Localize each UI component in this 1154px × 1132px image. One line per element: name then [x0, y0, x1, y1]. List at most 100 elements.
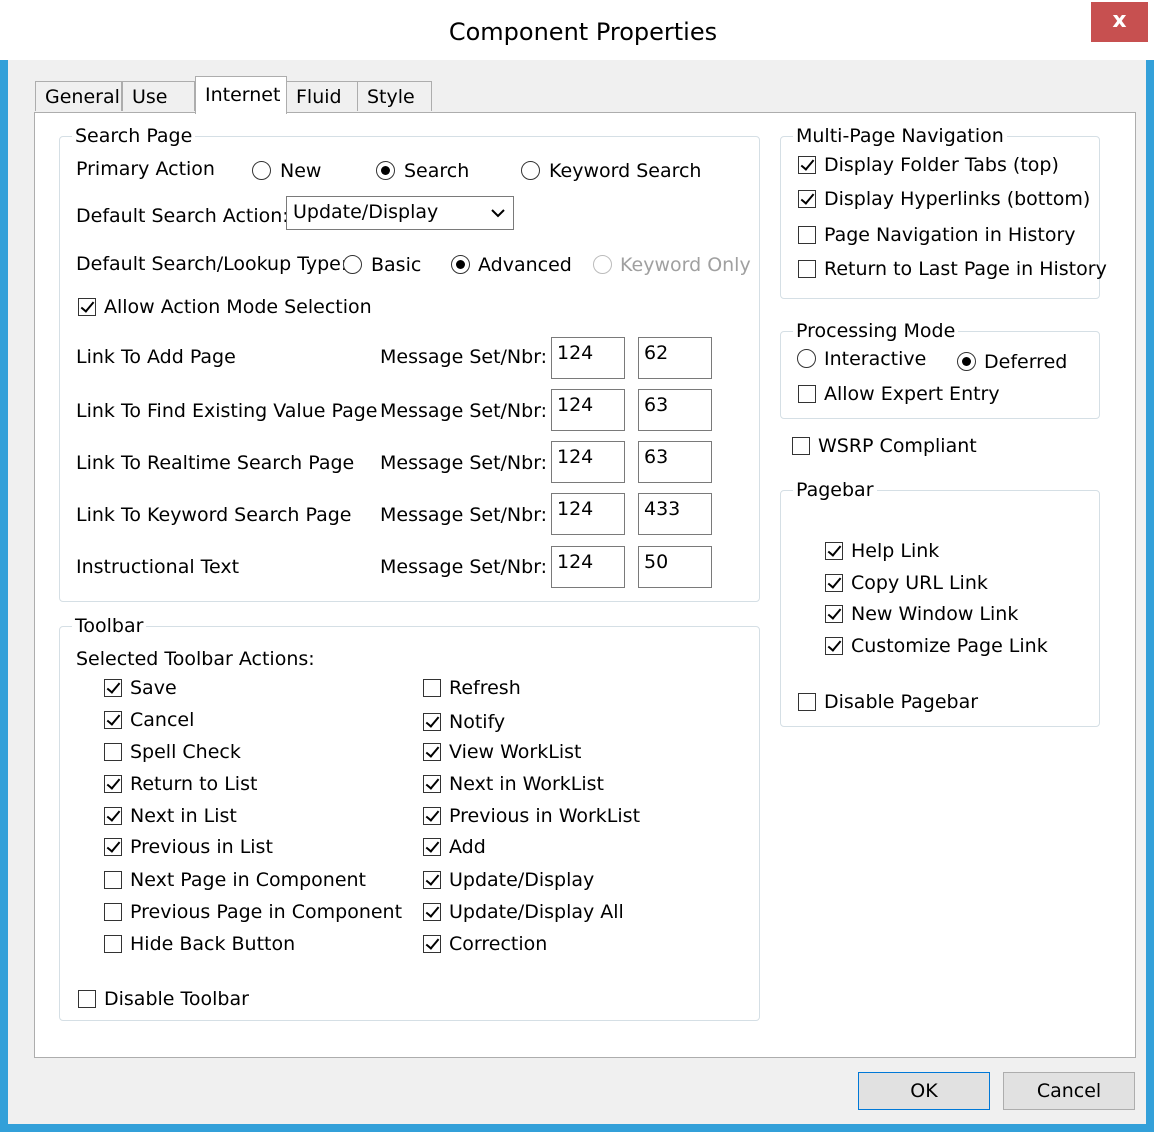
chevron-down-icon	[491, 209, 505, 218]
lookup-keyword-only-label: Keyword Only	[620, 254, 751, 276]
toolbar-refresh-checkbox[interactable]	[423, 679, 441, 697]
toolbar-hide-back-checkbox[interactable]	[104, 935, 122, 953]
toolbar-prev-worklist-checkbox[interactable]	[423, 807, 441, 825]
tab-internet[interactable]: Internet	[195, 76, 287, 114]
return-last-page-label: Return to Last Page in History	[824, 258, 1107, 280]
toolbar-spell-check-label: Spell Check	[130, 741, 241, 763]
cancel-button[interactable]: Cancel	[1003, 1072, 1135, 1110]
display-folder-tabs-label: Display Folder Tabs (top)	[824, 154, 1059, 176]
radio-primary-new[interactable]	[252, 161, 271, 180]
customize-page-link-label: Customize Page Link	[851, 635, 1048, 657]
toolbar-prev-list-label: Previous in List	[130, 836, 273, 858]
msg-set-label: Message Set/Nbr:	[380, 346, 548, 368]
toolbar-update-display-label: Update/Display	[449, 869, 595, 891]
radio-lookup-basic[interactable]	[343, 255, 362, 274]
toolbar-next-page-checkbox[interactable]	[104, 871, 122, 889]
allow-expert-entry-checkbox[interactable]	[798, 385, 816, 403]
display-hyperlinks-label: Display Hyperlinks (bottom)	[824, 188, 1091, 210]
toolbar-add-label: Add	[449, 836, 486, 858]
toolbar-return-list-checkbox[interactable]	[104, 775, 122, 793]
radio-interactive[interactable]	[797, 349, 816, 368]
toolbar-update-display-all-checkbox[interactable]	[423, 903, 441, 921]
interactive-label: Interactive	[824, 348, 927, 370]
display-folder-tabs-checkbox[interactable]	[798, 156, 816, 174]
selected-toolbar-actions-label: Selected Toolbar Actions:	[76, 648, 315, 670]
return-last-page-checkbox[interactable]	[798, 260, 816, 278]
copy-url-link-checkbox[interactable]	[825, 574, 843, 592]
toolbar-next-list-label: Next in List	[130, 805, 237, 827]
toolbar-title: Toolbar	[72, 615, 147, 637]
toolbar-notify-checkbox[interactable]	[423, 713, 441, 731]
link-find-set-input[interactable]: 124	[551, 389, 625, 431]
radio-primary-keyword[interactable]	[521, 161, 540, 180]
radio-primary-search[interactable]	[376, 161, 395, 180]
toolbar-hide-back-label: Hide Back Button	[130, 933, 296, 955]
primary-search-label: Search	[404, 160, 470, 182]
toolbar-update-display-all-label: Update/Display All	[449, 901, 624, 923]
instructional-text-label: Instructional Text	[76, 556, 240, 578]
toolbar-prev-list-checkbox[interactable]	[104, 838, 122, 856]
default-search-action-label: Default Search Action:	[76, 205, 289, 227]
primary-action-label: Primary Action	[76, 158, 215, 180]
tab-style[interactable]: Style	[357, 81, 432, 111]
toolbar-view-worklist-label: View WorkList	[449, 741, 582, 763]
ok-button[interactable]: OK	[858, 1072, 990, 1110]
link-add-set-input[interactable]: 124	[551, 337, 625, 379]
help-link-label: Help Link	[851, 540, 940, 562]
disable-pagebar-checkbox[interactable]	[798, 693, 816, 711]
search-page-title: Search Page	[72, 125, 196, 147]
customize-page-link-checkbox[interactable]	[825, 637, 843, 655]
toolbar-return-list-label: Return to List	[130, 773, 258, 795]
page-nav-history-checkbox[interactable]	[798, 226, 816, 244]
deferred-label: Deferred	[984, 351, 1068, 373]
display-hyperlinks-checkbox[interactable]	[798, 190, 816, 208]
toolbar-cancel-checkbox[interactable]	[104, 711, 122, 729]
toolbar-prev-page-checkbox[interactable]	[104, 903, 122, 921]
toolbar-save-checkbox[interactable]	[104, 679, 122, 697]
help-link-checkbox[interactable]	[825, 542, 843, 560]
toolbar-cancel-label: Cancel	[130, 709, 195, 731]
close-button[interactable]: x	[1091, 2, 1148, 42]
toolbar-update-display-checkbox[interactable]	[423, 871, 441, 889]
primary-new-label: New	[280, 160, 322, 182]
radio-lookup-keyword-only[interactable]	[593, 255, 612, 274]
wsrp-compliant-checkbox[interactable]	[792, 437, 810, 455]
msg-set-label: Message Set/Nbr:	[380, 400, 548, 422]
instructional-nbr-input[interactable]: 50	[638, 546, 712, 588]
toolbar-refresh-label: Refresh	[449, 677, 521, 699]
toolbar-correction-checkbox[interactable]	[423, 935, 441, 953]
link-keyword-set-input[interactable]: 124	[551, 493, 625, 535]
link-keyword-nbr-input[interactable]: 433	[638, 493, 712, 535]
link-find-nbr-input[interactable]: 63	[638, 389, 712, 431]
toolbar-next-page-label: Next Page in Component	[130, 869, 367, 891]
disable-pagebar-label: Disable Pagebar	[824, 691, 979, 713]
link-find-page-label: Link To Find Existing Value Page	[76, 400, 378, 422]
toolbar-next-worklist-checkbox[interactable]	[423, 775, 441, 793]
lookup-basic-label: Basic	[371, 254, 422, 276]
primary-keyword-label: Keyword Search	[549, 160, 702, 182]
lookup-advanced-label: Advanced	[478, 254, 572, 276]
toolbar-next-list-checkbox[interactable]	[104, 807, 122, 825]
radio-deferred[interactable]	[957, 352, 976, 371]
link-realtime-set-input[interactable]: 124	[551, 441, 625, 483]
copy-url-link-label: Copy URL Link	[851, 572, 988, 594]
tab-general[interactable]: General	[35, 81, 122, 111]
toolbar-prev-page-label: Previous Page in Component	[130, 901, 403, 923]
new-window-link-checkbox[interactable]	[825, 605, 843, 623]
link-realtime-nbr-input[interactable]: 63	[638, 441, 712, 483]
toolbar-save-label: Save	[130, 677, 177, 699]
toolbar-spell-check-checkbox[interactable]	[104, 743, 122, 761]
toolbar-add-checkbox[interactable]	[423, 838, 441, 856]
toolbar-view-worklist-checkbox[interactable]	[423, 743, 441, 761]
allow-action-mode-checkbox[interactable]	[78, 298, 96, 316]
tab-fluid[interactable]: Fluid	[286, 81, 358, 111]
default-search-action-select[interactable]: Update/Display	[286, 196, 514, 230]
radio-lookup-advanced[interactable]	[451, 255, 470, 274]
link-add-nbr-input[interactable]: 62	[638, 337, 712, 379]
instructional-set-input[interactable]: 124	[551, 546, 625, 588]
disable-toolbar-checkbox[interactable]	[78, 990, 96, 1008]
wsrp-compliant-label: WSRP Compliant	[818, 435, 977, 457]
link-add-page-label: Link To Add Page	[76, 346, 236, 368]
msg-set-label: Message Set/Nbr:	[380, 556, 548, 578]
tab-use[interactable]: Use	[122, 81, 195, 111]
